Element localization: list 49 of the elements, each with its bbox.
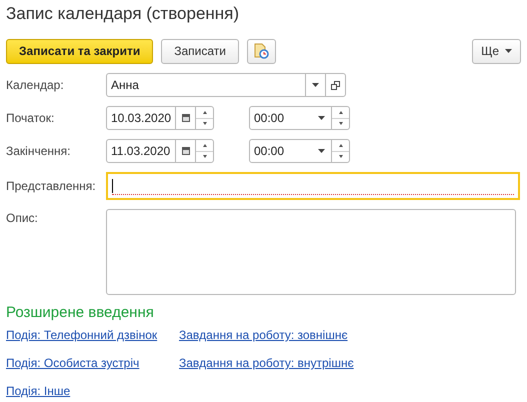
link[interactable]: Подія: Телефонний дзвінок — [6, 326, 179, 344]
caret-icon — [505, 49, 512, 53]
link[interactable]: Подія: Інше — [6, 382, 179, 400]
text-cursor — [112, 178, 113, 192]
more-button[interactable]: Ще — [472, 38, 521, 64]
document-clock-icon — [253, 43, 270, 59]
down-arrow-icon — [202, 155, 206, 158]
select-value: Анна — [110, 77, 140, 94]
spin-buttons[interactable] — [331, 140, 349, 162]
field-label: Опис: — [6, 210, 39, 227]
spin-buttons[interactable] — [331, 107, 349, 129]
field-label: Представлення: — [6, 178, 97, 195]
date-value: 10.03.2020 — [110, 110, 172, 127]
field-label: Календар: — [6, 77, 65, 94]
calendar-select[interactable]: Анна — [106, 73, 346, 97]
section-title: Розширене введення — [6, 304, 155, 322]
time-value: 00:00 — [253, 143, 286, 160]
date-value: 11.03.2020 — [110, 143, 172, 160]
date-field[interactable]: 10.03.2020 — [106, 106, 214, 130]
down-arrow-icon — [202, 122, 207, 126]
field-label: Початок: — [6, 110, 56, 127]
caret-icon — [318, 116, 324, 120]
calendar-icon — [182, 114, 190, 122]
date-field[interactable]: 11.03.2020 — [106, 139, 214, 163]
calendar-icon — [182, 147, 190, 155]
spin-buttons[interactable] — [195, 107, 213, 129]
description-field[interactable] — [106, 209, 516, 295]
window-title: Запис календаря (створення) — [6, 4, 240, 25]
save-button[interactable]: Записати — [161, 38, 239, 64]
up-arrow-icon — [202, 110, 207, 114]
down-arrow-icon — [338, 155, 342, 158]
open-window-icon — [331, 80, 340, 90]
down-arrow-icon — [338, 122, 342, 126]
caret-icon — [318, 149, 324, 153]
caret-icon — [312, 83, 319, 87]
time-value: 00:00 — [253, 110, 286, 127]
text-field[interactable] — [106, 172, 520, 200]
link[interactable]: Подія: Особиста зустріч — [6, 354, 179, 372]
up-arrow-icon — [338, 110, 342, 114]
link[interactable]: Завдання на роботу: зовнішнє — [179, 326, 348, 344]
field-label: Закінчення: — [6, 143, 72, 160]
spin-buttons[interactable] — [195, 140, 213, 162]
toolbar-button[interactable] — [246, 38, 276, 64]
time-field[interactable]: 00:00 — [249, 106, 350, 130]
save-and-close-button[interactable]: Записати та закрити — [6, 38, 154, 64]
link[interactable]: Завдання на роботу: внутрішнє — [179, 354, 354, 372]
time-field[interactable]: 00:00 — [249, 139, 350, 163]
up-arrow-icon — [202, 144, 206, 147]
up-arrow-icon — [338, 144, 342, 147]
